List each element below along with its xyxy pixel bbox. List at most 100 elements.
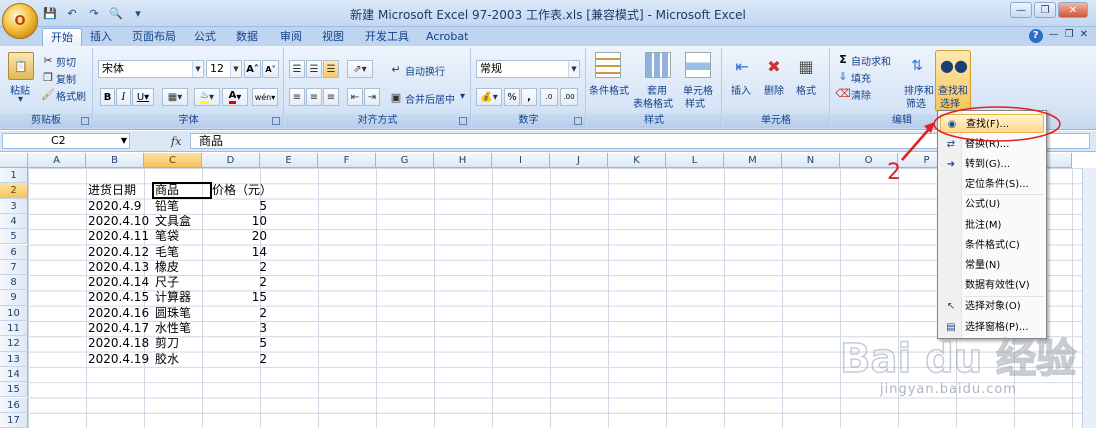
row-header-7[interactable]: 7 (0, 259, 28, 276)
tab-page-layout[interactable]: 页面布局 (124, 28, 184, 46)
wrap-text-button[interactable]: 自动换行 (405, 63, 445, 78)
fill-icon[interactable]: ⇓ (837, 69, 849, 83)
increase-indent-icon[interactable]: ⇥ (364, 88, 380, 106)
cell-item[interactable]: 文具盒 (155, 214, 191, 229)
menu-item-3[interactable]: ➜ 转到(G)... (940, 155, 1044, 174)
row-header-4[interactable]: 4 (0, 213, 28, 230)
chevron-down-icon[interactable]: ▼ (121, 134, 127, 148)
grow-font-button[interactable]: A˄ (244, 60, 261, 78)
font-color-button[interactable]: A ▾ (222, 88, 248, 106)
column-header-j[interactable]: J (550, 153, 608, 168)
borders-button[interactable]: ▦▾ (162, 88, 188, 106)
fill-color-button[interactable]: ♨ ▾ (194, 88, 220, 106)
menu-item-5[interactable]: 公式(U) (940, 195, 1044, 214)
menu-item-6[interactable]: 批注(M) (940, 216, 1044, 235)
fill-button[interactable]: 填充 (851, 70, 871, 85)
tab-insert[interactable]: 插入 (82, 28, 120, 46)
ribbon-restore-icon[interactable]: ❐ (1065, 29, 1074, 43)
column-header-f[interactable]: F (318, 153, 376, 168)
chevron-down-icon[interactable]: ▼ (230, 61, 241, 77)
shrink-font-button[interactable]: A˅ (262, 60, 279, 78)
cut-button[interactable]: 剪切 (56, 54, 76, 69)
font-name-combo[interactable]: 宋体 ▼ (98, 60, 204, 78)
row-header-14[interactable]: 14 (0, 366, 28, 383)
cell-styles-label-2[interactable]: 样式 (685, 95, 705, 110)
cell-date[interactable]: 2020.4.15 (88, 290, 149, 305)
cell-date[interactable]: 2020.4.18 (88, 336, 149, 351)
column-header-n[interactable]: N (782, 153, 840, 168)
menu-item-2[interactable]: ⇄ 替换(R)... (940, 135, 1044, 154)
column-header-b[interactable]: B (86, 153, 144, 168)
format-as-table-label-2[interactable]: 表格格式 (633, 95, 673, 110)
paste-dropdown-icon[interactable]: ▾ (18, 94, 23, 105)
align-middle-icon[interactable]: ☰ (306, 60, 322, 78)
conditional-formatting-icon[interactable] (595, 52, 621, 78)
scissors-icon[interactable]: ✂ (42, 54, 54, 67)
row-header-12[interactable]: 12 (0, 336, 28, 352)
tab-data[interactable]: 数据 (228, 28, 266, 46)
dialog-launcher-icon[interactable] (272, 117, 280, 125)
row-header-1[interactable]: 1 (0, 168, 28, 184)
row-header-13[interactable]: 13 (0, 351, 28, 367)
cell-item[interactable]: 计算器 (155, 290, 191, 305)
sort-filter-label-2[interactable]: 筛选 (906, 95, 926, 110)
row-header-17[interactable]: 17 (0, 412, 28, 428)
cell-item[interactable]: 铅笔 (155, 199, 179, 214)
cell-styles-icon[interactable] (685, 52, 711, 78)
chevron-down-icon[interactable]: ▾ (460, 91, 465, 102)
row-header-3[interactable]: 3 (0, 198, 28, 214)
tab-formulas[interactable]: 公式 (186, 28, 224, 46)
menu-item-4[interactable]: 定位条件(S)... (940, 175, 1044, 194)
column-header-g[interactable]: G (376, 153, 434, 168)
cell-price[interactable]: 2 (212, 275, 270, 290)
row-header-15[interactable]: 15 (0, 382, 28, 398)
column-header-i[interactable]: I (492, 153, 550, 168)
menu-item-8[interactable]: 常量(N) (940, 256, 1044, 275)
format-painter-button[interactable]: 格式刷 (56, 88, 86, 103)
column-header-c[interactable]: C (144, 153, 202, 168)
clear-button[interactable]: 清除 (851, 87, 871, 102)
format-cells-button[interactable]: 格式 (796, 82, 816, 97)
ribbon-close-icon[interactable]: ✕ (1080, 29, 1088, 43)
cell-b2[interactable]: 进货日期 (88, 183, 136, 198)
name-box[interactable]: C2 ▼ (2, 133, 130, 149)
number-format-combo[interactable]: 常规 ▼ (476, 60, 580, 78)
vertical-scrollbar[interactable] (1082, 168, 1096, 428)
cell-item[interactable]: 笔袋 (155, 229, 179, 244)
cell-price[interactable]: 14 (212, 245, 270, 260)
merge-center-icon[interactable]: ▣ (389, 90, 403, 104)
copy-button[interactable]: 复制 (56, 71, 76, 86)
cell-item[interactable]: 尺子 (155, 275, 179, 290)
office-button[interactable]: O (2, 3, 38, 39)
chevron-down-icon[interactable]: ▼ (192, 61, 203, 77)
column-header-k[interactable]: K (608, 153, 666, 168)
wrap-text-icon[interactable]: ↵ (389, 62, 403, 76)
format-cells-icon[interactable]: ▦ (795, 54, 817, 78)
column-header-h[interactable]: H (434, 153, 492, 168)
increase-decimal-icon[interactable]: .0 (540, 88, 558, 106)
decrease-decimal-icon[interactable]: .00 (560, 88, 578, 106)
cell-price[interactable]: 20 (212, 229, 270, 244)
cell-date[interactable]: 2020.4.17 (88, 321, 149, 336)
bold-button[interactable]: B (100, 88, 115, 106)
phonetic-button[interactable]: wén▾ (252, 88, 278, 106)
decrease-indent-icon[interactable]: ⇤ (347, 88, 363, 106)
sort-filter-icon[interactable]: ⇅ (905, 54, 929, 78)
cell-item[interactable]: 毛笔 (155, 245, 179, 260)
underline-button[interactable]: U▾ (132, 88, 154, 106)
tab-developer[interactable]: 开发工具 (357, 28, 417, 46)
align-center-icon[interactable]: ≡ (306, 88, 322, 106)
row-header-5[interactable]: 5 (0, 229, 28, 245)
align-right-icon[interactable]: ≡ (323, 88, 339, 106)
cell-date[interactable]: 2020.4.19 (88, 352, 149, 367)
tab-home[interactable]: 开始 (42, 28, 82, 46)
delete-cells-icon[interactable]: ✖ (763, 54, 785, 78)
cell-price[interactable]: 5 (212, 199, 270, 214)
find-select-button[interactable]: ●● 查找和 选择 (935, 50, 971, 112)
cell-item[interactable]: 剪刀 (155, 336, 179, 351)
orientation-icon[interactable]: ⇗▾ (347, 60, 373, 78)
autosum-button[interactable]: 自动求和 (851, 53, 891, 68)
cell-item[interactable]: 胶水 (155, 352, 179, 367)
restore-button[interactable]: ❐ (1034, 2, 1056, 18)
format-painter-icon[interactable]: 🖌 (41, 88, 55, 101)
